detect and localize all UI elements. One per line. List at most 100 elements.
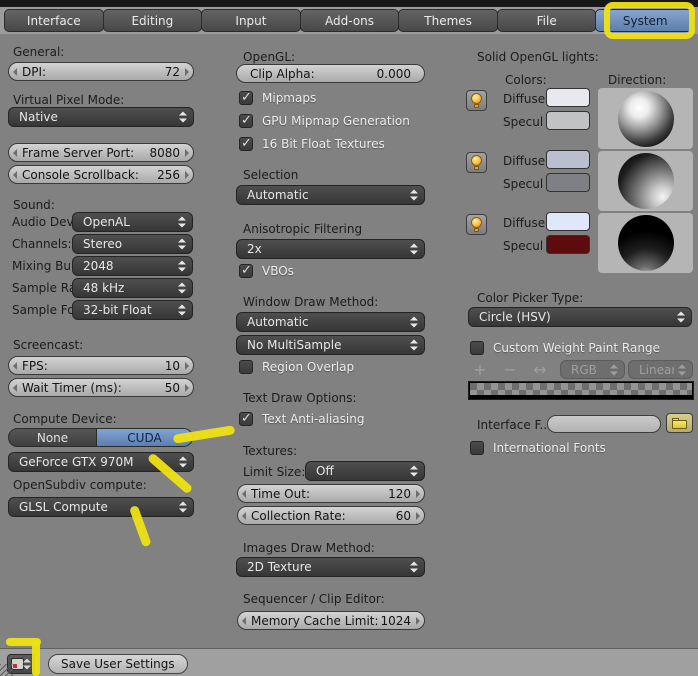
interface-font-field[interactable] bbox=[547, 415, 661, 433]
sample-format-label: Sample Fo bbox=[12, 303, 75, 317]
gpu-mipmap-checkbox[interactable] bbox=[239, 113, 253, 128]
dpi-field[interactable]: DPI: 72 bbox=[8, 62, 194, 81]
audio-device-select[interactable]: OpenAL bbox=[72, 212, 193, 232]
decrease-arrow-icon[interactable] bbox=[242, 511, 246, 520]
mixing-buffer-select[interactable]: 2048 bbox=[72, 256, 193, 276]
gpu-mipmap-label: GPU Mipmap Generation bbox=[262, 113, 410, 128]
corner-resize-grip[interactable] bbox=[0, 664, 13, 676]
fps-field[interactable]: FPS: 10 bbox=[8, 356, 194, 375]
light2-diffuse-swatch[interactable] bbox=[546, 150, 590, 169]
collection-rate-field[interactable]: Collection Rate: 60 bbox=[237, 506, 425, 525]
updown-arrows-icon bbox=[410, 561, 418, 574]
light1-direction-widget[interactable] bbox=[598, 88, 693, 149]
light2-direction-sphere[interactable] bbox=[617, 153, 674, 209]
updown-arrows-icon bbox=[410, 316, 418, 329]
light1-specular-swatch[interactable] bbox=[546, 111, 590, 130]
images-draw-value: 2D Texture bbox=[247, 560, 312, 574]
selection-select[interactable]: Automatic bbox=[236, 185, 425, 205]
ramp-color-mode-select[interactable]: RGB bbox=[560, 360, 625, 379]
decrease-arrow-icon[interactable] bbox=[242, 489, 246, 498]
frame-server-port-field[interactable]: Frame Server Port: 8080 bbox=[8, 143, 194, 162]
decrease-arrow-icon[interactable] bbox=[13, 67, 17, 76]
light3-specular-swatch[interactable] bbox=[546, 235, 590, 254]
tab-themes[interactable]: Themes bbox=[398, 9, 498, 32]
images-draw-select[interactable]: 2D Texture bbox=[236, 557, 425, 577]
increase-arrow-icon[interactable] bbox=[416, 489, 420, 498]
collection-rate-value: 60 bbox=[395, 508, 411, 523]
tab-addons[interactable]: Add-ons bbox=[299, 9, 400, 32]
increase-arrow-icon[interactable] bbox=[185, 170, 189, 179]
light3-direction-widget[interactable] bbox=[598, 213, 693, 273]
limit-size-select[interactable]: Off bbox=[305, 461, 425, 481]
light3-diffuse-swatch[interactable] bbox=[546, 212, 590, 231]
light2-specular-swatch[interactable] bbox=[546, 173, 590, 192]
opensubdiv-value: GLSL Compute bbox=[19, 500, 108, 514]
channels-select[interactable]: Stereo bbox=[72, 234, 193, 254]
compute-none-button[interactable]: None bbox=[8, 428, 97, 447]
float-textures-row: 16 Bit Float Textures bbox=[239, 136, 385, 151]
decrease-arrow-icon[interactable] bbox=[13, 148, 17, 157]
ramp-add-button[interactable]: + bbox=[468, 362, 492, 378]
light3-direction-sphere[interactable] bbox=[617, 215, 674, 271]
region-overlap-checkbox[interactable] bbox=[239, 359, 253, 374]
weight-paint-row: Custom Weight Paint Range bbox=[470, 340, 660, 355]
light1-direction-sphere[interactable] bbox=[617, 90, 674, 147]
interface-font-label: Interface F... bbox=[477, 418, 551, 432]
ramp-remove-button[interactable]: − bbox=[498, 362, 522, 378]
tab-input[interactable]: Input bbox=[201, 9, 301, 32]
multisample-select[interactable]: No MultiSample bbox=[236, 335, 425, 355]
memory-cache-field[interactable]: Memory Cache Limit: 1024 bbox=[237, 611, 425, 630]
increase-arrow-icon[interactable] bbox=[416, 616, 420, 625]
anisotropic-select[interactable]: 2x bbox=[236, 239, 425, 259]
sample-rate-select[interactable]: 48 kHz bbox=[72, 278, 193, 298]
light-bulb-icon[interactable] bbox=[466, 152, 487, 173]
color-ramp-bar[interactable] bbox=[468, 381, 694, 400]
audio-device-value: OpenAL bbox=[83, 215, 130, 229]
international-fonts-row: International Fonts bbox=[470, 440, 606, 455]
opensubdiv-select[interactable]: GLSL Compute bbox=[8, 497, 194, 517]
tab-interface[interactable]: Interface bbox=[4, 9, 104, 32]
time-out-field[interactable]: Time Out: 120 bbox=[237, 484, 425, 503]
updown-arrows-icon bbox=[410, 243, 418, 256]
decrease-arrow-icon[interactable] bbox=[13, 361, 17, 370]
updown-arrows-icon bbox=[178, 282, 186, 295]
international-fonts-checkbox[interactable] bbox=[470, 440, 484, 455]
decrease-arrow-icon[interactable] bbox=[13, 170, 17, 179]
float-textures-checkbox[interactable] bbox=[239, 136, 253, 151]
wait-timer-value: 50 bbox=[164, 380, 180, 395]
increase-arrow-icon[interactable] bbox=[185, 148, 189, 157]
increase-arrow-icon[interactable] bbox=[185, 383, 189, 392]
color-picker-select[interactable]: Circle (HSV) bbox=[468, 307, 692, 327]
wait-timer-label: Wait Timer (ms): bbox=[22, 380, 122, 395]
vbos-checkbox[interactable] bbox=[239, 263, 253, 278]
window-draw-select[interactable]: Automatic bbox=[236, 312, 425, 332]
console-scrollback-field[interactable]: Console Scrollback: 256 bbox=[8, 165, 194, 184]
decrease-arrow-icon[interactable] bbox=[13, 383, 17, 392]
window-header-bar: Save User Settings bbox=[0, 648, 698, 676]
increase-arrow-icon[interactable] bbox=[185, 67, 189, 76]
virtual-pixel-mode-select[interactable]: Native bbox=[8, 107, 194, 127]
light-bulb-icon[interactable] bbox=[466, 90, 487, 111]
wait-timer-field[interactable]: Wait Timer (ms): 50 bbox=[8, 378, 194, 397]
window-draw-heading: Window Draw Method: bbox=[243, 295, 379, 309]
folder-browse-button[interactable] bbox=[666, 413, 693, 433]
tab-file[interactable]: File bbox=[496, 9, 597, 32]
textures-heading: Textures: bbox=[243, 444, 298, 458]
ramp-flip-button[interactable]: ↔ bbox=[527, 362, 553, 378]
light1-diffuse-swatch[interactable] bbox=[546, 88, 590, 107]
tab-editing[interactable]: Editing bbox=[102, 9, 203, 32]
save-user-settings-button[interactable]: Save User Settings bbox=[48, 654, 188, 674]
increase-arrow-icon[interactable] bbox=[185, 361, 189, 370]
light2-direction-widget[interactable] bbox=[598, 151, 693, 211]
sample-format-select[interactable]: 32-bit Float bbox=[72, 300, 193, 320]
increase-arrow-icon[interactable] bbox=[416, 511, 420, 520]
direction-label: Direction: bbox=[608, 73, 667, 87]
decrease-arrow-icon[interactable] bbox=[242, 616, 246, 625]
text-aa-checkbox[interactable] bbox=[239, 411, 253, 426]
clip-alpha-field[interactable]: Clip Alpha: 0.000 bbox=[236, 64, 425, 83]
weight-paint-checkbox[interactable] bbox=[470, 340, 484, 355]
mipmaps-checkbox[interactable] bbox=[239, 90, 253, 105]
ramp-interpolation-select[interactable]: Linear bbox=[628, 360, 693, 379]
multisample-value: No MultiSample bbox=[247, 338, 342, 352]
light-bulb-icon[interactable] bbox=[466, 214, 487, 235]
